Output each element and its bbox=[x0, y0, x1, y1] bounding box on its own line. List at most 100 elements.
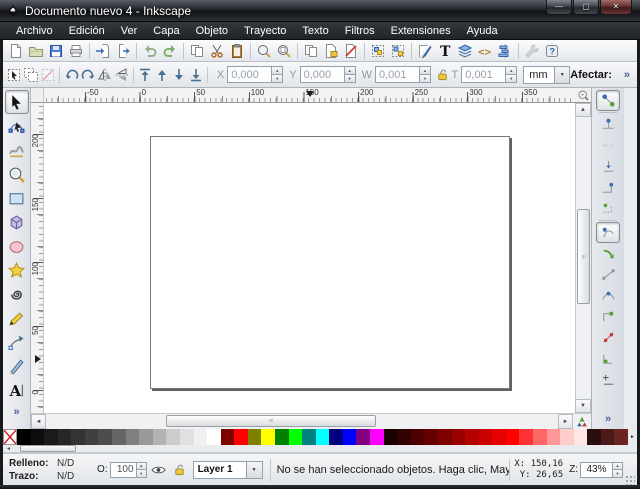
rectangle-tool-button[interactable] bbox=[5, 186, 29, 210]
bezier-tool-button[interactable] bbox=[5, 330, 29, 354]
menu-item[interactable]: Trayecto bbox=[236, 23, 294, 39]
about-button[interactable] bbox=[542, 41, 562, 61]
paste-button[interactable] bbox=[227, 41, 247, 61]
palette-swatch[interactable] bbox=[424, 429, 438, 445]
palette-swatch[interactable] bbox=[438, 429, 452, 445]
palette-swatch[interactable] bbox=[17, 429, 31, 445]
scroll-up-button[interactable]: ▲ bbox=[575, 103, 591, 117]
snap-object-centers-button[interactable] bbox=[596, 348, 620, 369]
layer-dropdown-button[interactable]: ▼ bbox=[247, 461, 263, 479]
palette-swatch[interactable] bbox=[492, 429, 506, 445]
toolbar-overflow-button[interactable]: » bbox=[624, 69, 630, 81]
snap-bbox-corners-button[interactable] bbox=[596, 156, 620, 177]
menu-item[interactable]: Extensiones bbox=[383, 23, 459, 39]
select-all-layers-button[interactable] bbox=[23, 64, 40, 86]
rotate-ccw-button[interactable] bbox=[63, 64, 80, 86]
palette-swatch[interactable] bbox=[139, 429, 153, 445]
toolbox-overflow-button[interactable]: » bbox=[13, 406, 19, 418]
snap-paths-button[interactable] bbox=[596, 243, 620, 264]
raise-button[interactable] bbox=[154, 64, 171, 86]
palette-swatch[interactable] bbox=[112, 429, 126, 445]
layer-visibility-button[interactable] bbox=[150, 461, 168, 479]
undo-button[interactable] bbox=[140, 41, 160, 61]
palette-swatch[interactable] bbox=[207, 429, 221, 445]
lock-ratio-button[interactable] bbox=[435, 65, 450, 85]
unlink-clone-button[interactable] bbox=[341, 41, 361, 61]
scroll-right-button[interactable]: ► bbox=[558, 414, 573, 429]
snap-nodes-button[interactable] bbox=[596, 222, 620, 243]
layers-dialog-button[interactable] bbox=[455, 41, 475, 61]
horizontal-ruler[interactable]: -50050100150200250300350 bbox=[44, 88, 575, 103]
ellipse-tool-button[interactable] bbox=[5, 234, 29, 258]
palette-swatch[interactable] bbox=[44, 429, 58, 445]
scroll-down-button[interactable]: ▼ bbox=[575, 399, 591, 413]
zoom-tool-button[interactable] bbox=[5, 162, 29, 186]
maximize-button[interactable]: ▢ bbox=[573, 0, 599, 15]
palette-swatch[interactable] bbox=[180, 429, 194, 445]
rotate-cw-button[interactable] bbox=[80, 64, 97, 86]
palette-swatch[interactable] bbox=[166, 429, 180, 445]
fill-stroke-dialog-button[interactable] bbox=[415, 41, 435, 61]
palette-scroll-thumb[interactable] bbox=[20, 445, 76, 452]
fill-stroke-indicator[interactable]: Relleno:N/D Trazo:N/D bbox=[5, 457, 89, 483]
palette-swatch[interactable] bbox=[316, 429, 330, 445]
palette-swatch[interactable] bbox=[248, 429, 262, 445]
units-select[interactable]: mm ▼ bbox=[523, 66, 570, 84]
zoom-spinner[interactable]: ▲▼ bbox=[612, 462, 623, 478]
palette-swatch[interactable] bbox=[126, 429, 140, 445]
palette-swatch[interactable] bbox=[370, 429, 384, 445]
width-input[interactable] bbox=[375, 66, 419, 83]
palette-swatch[interactable] bbox=[614, 429, 628, 445]
text-dialog-button[interactable] bbox=[435, 41, 455, 61]
y-spinner[interactable]: ▲▼ bbox=[344, 66, 356, 83]
resize-grip[interactable] bbox=[625, 475, 635, 485]
palette-scrollbar[interactable]: ◄ bbox=[3, 445, 637, 453]
palette-swatch[interactable] bbox=[31, 429, 45, 445]
snap-rotation-centers-button[interactable] bbox=[596, 369, 620, 390]
palette-swatch[interactable] bbox=[384, 429, 398, 445]
save-button[interactable] bbox=[46, 41, 66, 61]
snap-edge-midpoints-button[interactable] bbox=[596, 177, 620, 198]
spiral-tool-button[interactable] bbox=[5, 282, 29, 306]
palette-swatch[interactable] bbox=[153, 429, 167, 445]
palette-swatch[interactable] bbox=[221, 429, 235, 445]
redo-button[interactable] bbox=[160, 41, 180, 61]
palette-swatch[interactable] bbox=[194, 429, 208, 445]
snap-bbox-button[interactable] bbox=[596, 114, 620, 135]
palette-swatch[interactable] bbox=[479, 429, 493, 445]
snap-enable-button[interactable] bbox=[596, 90, 620, 111]
palette-swatch[interactable] bbox=[465, 429, 479, 445]
import-button[interactable] bbox=[93, 41, 113, 61]
palette-swatch[interactable] bbox=[261, 429, 275, 445]
zoom-page-button[interactable] bbox=[274, 41, 294, 61]
palette-swatch[interactable] bbox=[397, 429, 411, 445]
menu-item[interactable]: Ver bbox=[113, 23, 146, 39]
open-document-button[interactable] bbox=[26, 41, 46, 61]
group-button[interactable] bbox=[368, 41, 388, 61]
menu-item[interactable]: Texto bbox=[294, 23, 336, 39]
snap-cusp-nodes-button[interactable] bbox=[596, 285, 620, 306]
palette-scroll-right-button[interactable]: ► bbox=[628, 429, 637, 445]
palette-swatch[interactable] bbox=[533, 429, 547, 445]
export-button[interactable] bbox=[113, 41, 133, 61]
y-input[interactable] bbox=[300, 66, 344, 83]
palette-swatch[interactable] bbox=[289, 429, 303, 445]
menu-item[interactable]: Edición bbox=[61, 23, 113, 39]
palette-swatch[interactable] bbox=[71, 429, 85, 445]
height-input[interactable] bbox=[461, 66, 505, 83]
palette-swatch[interactable] bbox=[302, 429, 316, 445]
palette-swatch[interactable] bbox=[85, 429, 99, 445]
lower-to-bottom-button[interactable] bbox=[187, 64, 204, 86]
preferences-button[interactable] bbox=[522, 41, 542, 61]
deselect-button[interactable] bbox=[39, 64, 56, 86]
palette-swatch[interactable] bbox=[574, 429, 588, 445]
opacity-input[interactable] bbox=[110, 462, 136, 478]
tweak-tool-button[interactable] bbox=[5, 138, 29, 162]
horizontal-scrollbar[interactable]: ◄ ≡ ► bbox=[31, 413, 591, 429]
palette-scroll-track[interactable] bbox=[14, 445, 134, 452]
star-tool-button[interactable] bbox=[5, 258, 29, 282]
palette-swatch[interactable] bbox=[547, 429, 561, 445]
palette-swatch[interactable] bbox=[560, 429, 574, 445]
calligraphy-tool-button[interactable] bbox=[5, 354, 29, 378]
selector-tool-button[interactable] bbox=[5, 90, 29, 114]
